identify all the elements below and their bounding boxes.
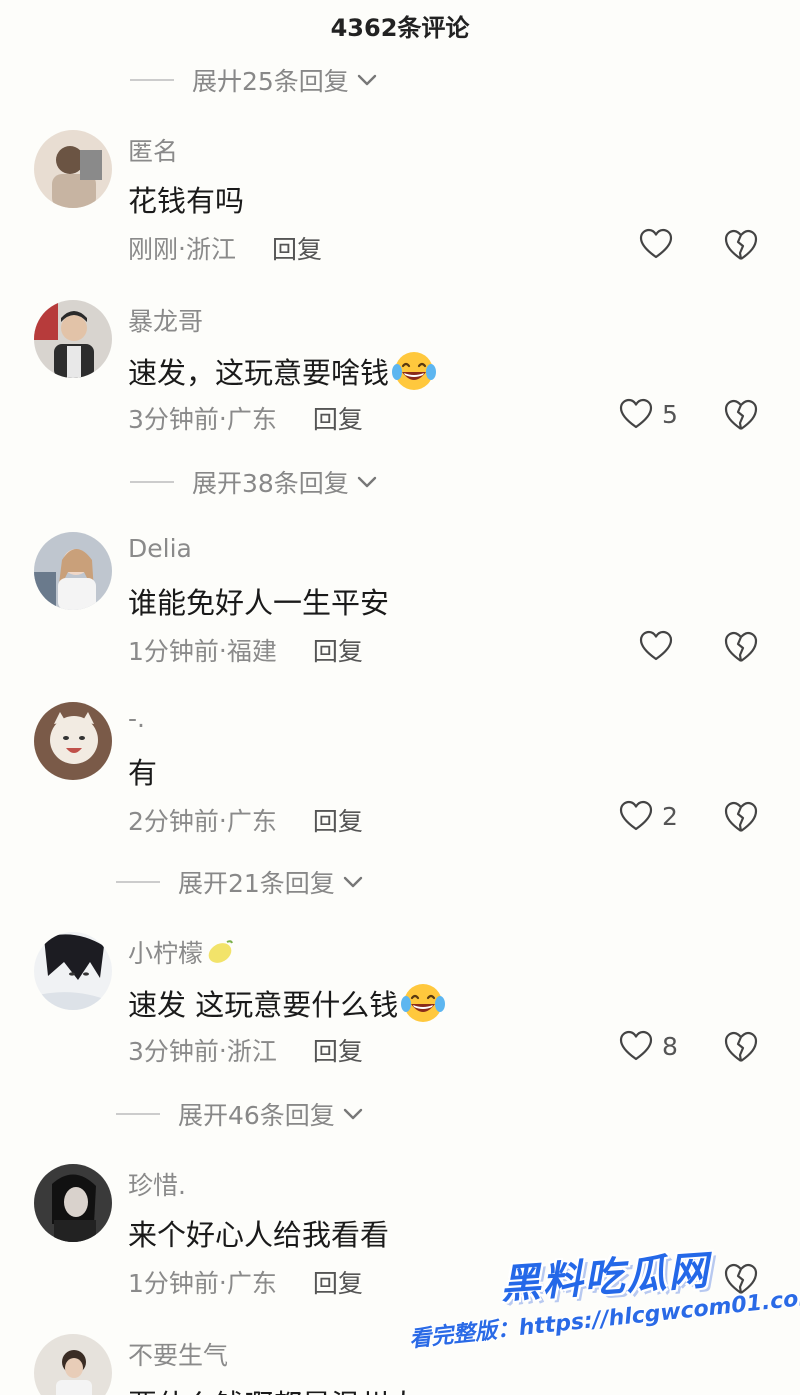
comment-time: 1分钟前 <box>128 1269 219 1298</box>
meta-separator: · <box>178 233 186 263</box>
comment-time: 刚刚 <box>128 235 179 264</box>
comment-username[interactable]: 暴龙哥 <box>128 302 203 338</box>
reply-button[interactable]: 回复 <box>313 632 363 668</box>
broken-heart-icon <box>724 1031 758 1062</box>
comment-username-text: 小柠檬 <box>128 939 204 968</box>
meta-separator: · <box>218 403 227 433</box>
comment-time: 3分钟前 <box>128 1037 219 1066</box>
like-button[interactable]: 2 <box>618 798 678 834</box>
comment-username[interactable]: 小柠檬 <box>128 934 235 970</box>
reply-button[interactable]: 回复 <box>313 1032 363 1068</box>
lemon-emoji <box>208 940 233 963</box>
comment-username[interactable]: 匿名 <box>128 132 178 168</box>
chevron-down-icon <box>357 476 377 488</box>
divider-line <box>116 1113 160 1115</box>
heart-outline-icon <box>639 630 673 661</box>
like-button[interactable]: 5 <box>618 396 678 432</box>
dislike-button[interactable] <box>722 396 760 434</box>
comment-meta: 1分钟前 · 广东 回复 <box>128 1264 363 1300</box>
comment-location: 浙江 <box>185 235 236 264</box>
divider-line <box>130 481 174 483</box>
comment-text: 来个好心人给我看看 <box>128 1218 390 1252</box>
avatar[interactable] <box>34 1164 112 1242</box>
comment-location: 广东 <box>226 1269 277 1298</box>
broken-heart-icon <box>724 631 758 662</box>
comment-location: 广东 <box>226 405 277 434</box>
broken-heart-icon <box>724 399 758 430</box>
meta-separator: · <box>218 1267 227 1297</box>
comment-text-content: 速发 这玩意要什么钱 <box>128 988 399 1022</box>
heart-outline-icon <box>619 398 653 429</box>
like-count: 2 <box>662 801 678 831</box>
avatar[interactable] <box>34 1334 112 1395</box>
comment-meta: 3分钟前 · 广东 回复 <box>128 400 363 436</box>
meta-separator: · <box>218 805 227 835</box>
comment-time: 3分钟前 <box>128 405 219 434</box>
expand-replies-button[interactable]: 展廾25条回复 <box>130 62 379 98</box>
avatar[interactable] <box>34 932 112 1010</box>
comment-location: 浙江 <box>226 1037 277 1066</box>
comment-text: 有 <box>128 756 158 790</box>
reply-button[interactable]: 回复 <box>272 230 322 266</box>
comment-meta: 3分钟前 · 浙江 回复 <box>128 1032 363 1068</box>
comment-username[interactable]: -. <box>128 704 145 733</box>
chevron-down-icon <box>357 74 377 86</box>
comment-text: 要什么钱啊都是温州人 <box>128 1382 418 1395</box>
like-button[interactable] <box>638 628 674 664</box>
expand-replies-button[interactable]: 展开46条回复 <box>116 1096 365 1132</box>
avatar[interactable] <box>34 300 112 378</box>
reply-button[interactable]: 回复 <box>313 400 363 436</box>
comment-text: 花钱有吗 <box>128 184 245 218</box>
dislike-button[interactable] <box>722 628 760 666</box>
heart-outline-icon <box>619 800 653 831</box>
avatar[interactable] <box>34 130 112 208</box>
reply-button[interactable]: 回复 <box>313 1264 363 1300</box>
like-count: 8 <box>662 1031 678 1061</box>
expand-replies-label: 展开46条回复 <box>178 1101 335 1130</box>
divider-line <box>116 881 160 883</box>
broken-heart-icon <box>724 801 758 832</box>
laughing-tears-emoji <box>392 352 437 390</box>
divider-line <box>130 79 174 81</box>
chevron-down-icon <box>343 1108 363 1120</box>
broken-heart-icon <box>724 229 758 260</box>
dislike-button[interactable] <box>722 1028 760 1066</box>
comment-meta: 刚刚 · 浙江 回复 <box>128 230 322 266</box>
comment-time: 1分钟前 <box>128 637 219 666</box>
comment-text: 谁能免好人一生平安 <box>128 586 390 620</box>
expand-replies-button[interactable]: 展开21条回复 <box>116 864 365 900</box>
comment-count-title: 4362条评论 <box>330 13 470 42</box>
chevron-down-icon <box>343 876 363 888</box>
like-button[interactable] <box>638 226 674 262</box>
comment-text-content: 速发，这玩意要啥钱 <box>128 356 390 390</box>
comment-username[interactable]: 不要生气 <box>128 1336 228 1372</box>
reply-button[interactable]: 回复 <box>313 802 363 838</box>
comment-meta: 2分钟前 · 广东 回复 <box>128 802 363 838</box>
expand-replies-label: 展开21条回复 <box>178 869 335 898</box>
avatar[interactable] <box>34 532 112 610</box>
expand-replies-label: 展廾25条回复 <box>192 67 349 96</box>
comment-username[interactable]: 珍惜. <box>128 1166 186 1202</box>
comment-location: 福建 <box>226 637 277 666</box>
expand-replies-button[interactable]: 展开38条回复 <box>130 464 379 500</box>
comment-text: 速发 这玩意要什么钱 <box>128 980 446 1026</box>
comment-meta: 1分钟前 · 福建 回复 <box>128 632 363 668</box>
comment-text: 速发，这玩意要啥钱 <box>128 348 437 394</box>
comment-location: 广东 <box>226 807 277 836</box>
avatar[interactable] <box>34 702 112 780</box>
dislike-button[interactable] <box>722 798 760 836</box>
meta-separator: · <box>218 1035 227 1065</box>
comment-username[interactable]: Delia <box>128 534 192 563</box>
meta-separator: · <box>218 635 227 665</box>
like-button[interactable]: 8 <box>618 1028 678 1064</box>
comment-time: 2分钟前 <box>128 807 219 836</box>
heart-outline-icon <box>639 228 673 259</box>
like-count: 5 <box>662 399 678 429</box>
laughing-tears-emoji <box>401 984 446 1022</box>
comments-header: 4362条评论 <box>0 0 800 50</box>
dislike-button[interactable] <box>722 226 760 264</box>
heart-outline-icon <box>619 1030 653 1061</box>
expand-replies-label: 展开38条回复 <box>192 469 349 498</box>
